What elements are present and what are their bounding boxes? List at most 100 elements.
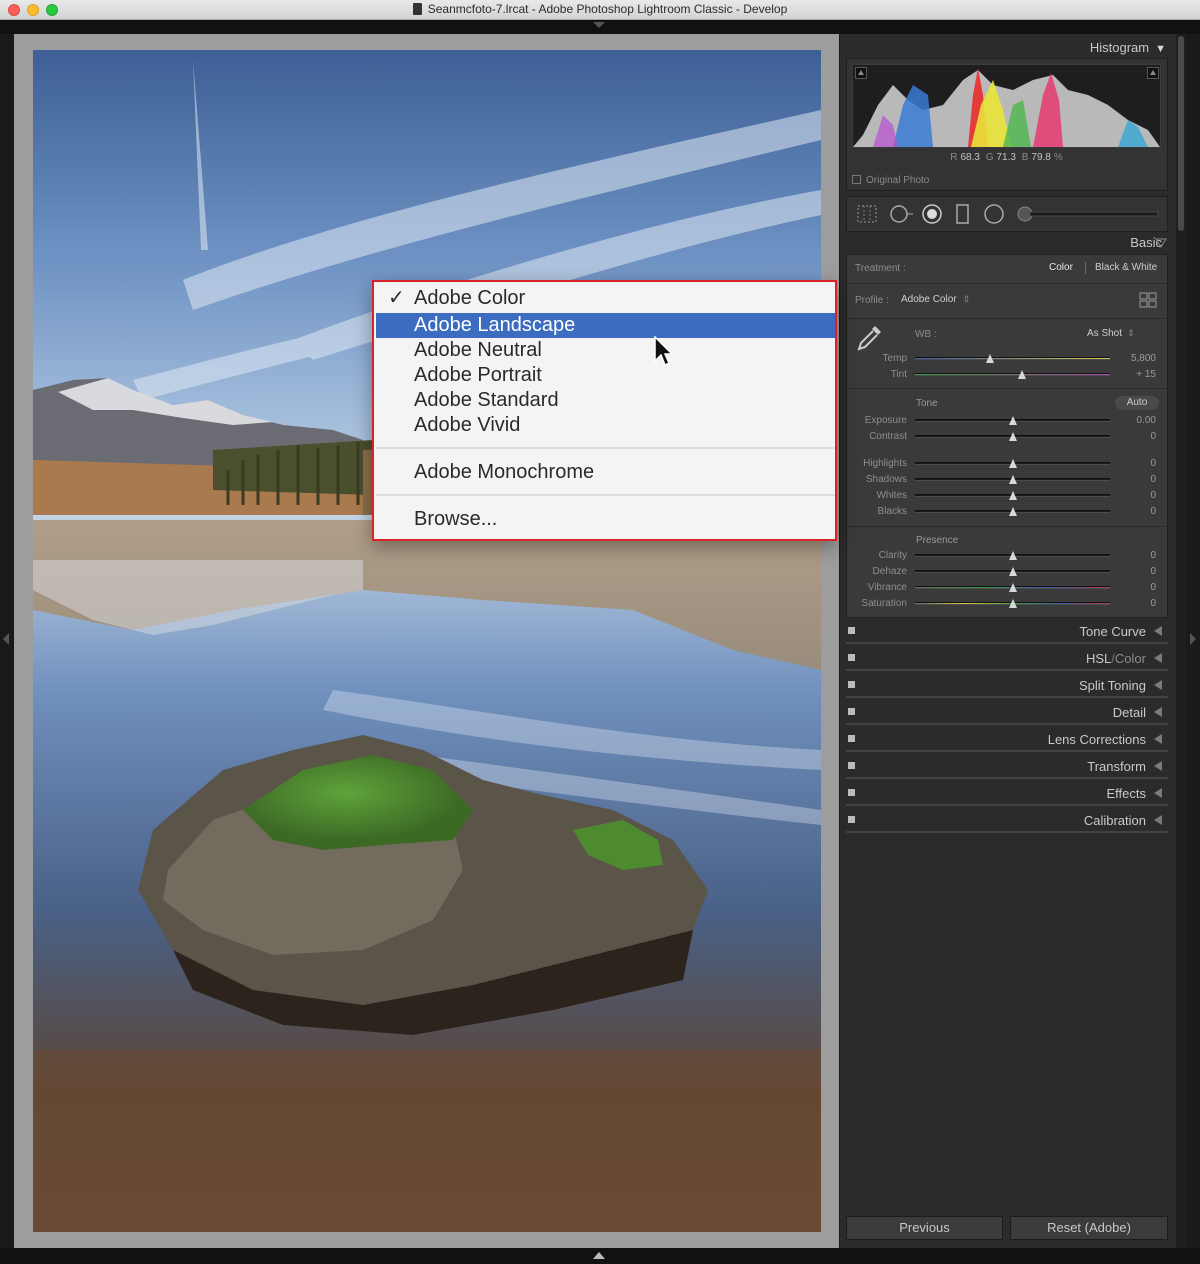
expand-triangle-icon (1154, 761, 1162, 771)
panel-effects[interactable]: Effects (846, 782, 1168, 806)
window-title: Seanmcfoto-7.lrcat - Adobe Photoshop Lig… (427, 2, 788, 16)
dehaze-slider-thumb[interactable] (1009, 567, 1017, 576)
show-filmstrip-arrow-icon[interactable] (593, 1252, 605, 1259)
auto-tone-button[interactable]: Auto (1115, 396, 1159, 410)
menu-item-adobe-monochrome[interactable]: Adobe Monochrome (376, 460, 835, 485)
exposure-value[interactable]: 0.00 (1116, 415, 1156, 426)
radial-filter-icon[interactable] (983, 203, 1005, 225)
basic-collapse-triangle-icon[interactable] (1155, 238, 1167, 248)
menu-item-adobe-standard[interactable]: Adobe Standard (376, 388, 835, 413)
photo-preview (33, 50, 821, 1232)
show-right-panel-arrow-icon[interactable] (1190, 633, 1196, 645)
histogram-header[interactable]: Histogram ▼ (1090, 40, 1166, 55)
expand-triangle-icon (1154, 680, 1162, 690)
blacks-slider-thumb[interactable] (1009, 507, 1017, 516)
menu-separator (376, 447, 835, 449)
menu-item-adobe-landscape[interactable]: Adobe Landscape (376, 313, 835, 338)
reset-button[interactable]: Reset (Adobe) (1010, 1216, 1168, 1240)
window-title-wrap: Seanmcfoto-7.lrcat - Adobe Photoshop Lig… (0, 2, 1200, 16)
eyedropper-icon[interactable] (855, 322, 885, 352)
brush-icon[interactable] (1016, 205, 1162, 223)
shadows-value[interactable]: 0 (1116, 474, 1156, 485)
profile-grid-icon[interactable] (1139, 292, 1157, 308)
highlights-slider-thumb[interactable] (1009, 459, 1017, 468)
whites-slider-thumb[interactable] (1009, 491, 1017, 500)
shadow-clipping-button[interactable] (855, 67, 867, 79)
original-photo-checkbox[interactable] (852, 175, 861, 184)
panel-switch-icon[interactable] (848, 762, 855, 769)
contrast-value[interactable]: 0 (1116, 431, 1156, 442)
clarity-value[interactable]: 0 (1116, 550, 1156, 561)
exposure-slider-thumb[interactable] (1009, 416, 1017, 425)
shadows-label: Shadows (865, 474, 907, 485)
panel-lens-corrections[interactable]: Lens Corrections (846, 728, 1168, 752)
collapse-triangle-icon: ▼ (1155, 43, 1166, 55)
expand-triangle-icon (1154, 734, 1162, 744)
menu-item-adobe-vivid[interactable]: Adobe Vivid (376, 413, 835, 438)
dehaze-value[interactable]: 0 (1116, 566, 1156, 577)
temp-slider[interactable] (915, 357, 1110, 360)
temp-label: Temp (882, 353, 907, 364)
menu-item-adobe-portrait[interactable]: Adobe Portrait (376, 363, 835, 388)
highlight-clipping-button[interactable] (1147, 67, 1159, 79)
wb-dropdown[interactable]: As Shot ⇕ (1087, 328, 1135, 339)
panel-scrollbar[interactable] (1176, 34, 1186, 1248)
treatment-bw-button[interactable]: Black & White (1095, 262, 1157, 273)
panel-switch-icon[interactable] (848, 654, 855, 661)
expand-triangle-icon (1154, 788, 1162, 798)
spot-removal-icon[interactable] (888, 203, 914, 225)
panel-calibration[interactable]: Calibration (846, 809, 1168, 833)
panel-switch-icon[interactable] (848, 735, 855, 742)
show-left-panel-arrow-icon[interactable] (3, 633, 9, 645)
graduated-filter-icon[interactable] (955, 203, 971, 225)
whites-value[interactable]: 0 (1116, 490, 1156, 501)
vibrance-label: Vibrance (867, 582, 907, 593)
treatment-color-button[interactable]: Color (1049, 262, 1073, 273)
tint-slider[interactable] (915, 373, 1110, 376)
previous-button[interactable]: Previous (846, 1216, 1003, 1240)
panel-switch-icon[interactable] (848, 789, 855, 796)
tint-value[interactable]: + 15 (1116, 369, 1156, 380)
clarity-slider-thumb[interactable] (1009, 551, 1017, 560)
highlights-value[interactable]: 0 (1116, 458, 1156, 469)
temp-slider-thumb[interactable] (986, 354, 994, 363)
title-bar: Seanmcfoto-7.lrcat - Adobe Photoshop Lig… (0, 0, 1200, 20)
temp-value[interactable]: 5,800 (1116, 353, 1156, 364)
original-photo-toggle[interactable]: Original Photo (852, 175, 929, 186)
scroll-thumb[interactable] (1178, 36, 1184, 231)
shadows-slider-thumb[interactable] (1009, 475, 1017, 484)
panel-switch-icon[interactable] (848, 708, 855, 715)
cursor-arrow-icon (654, 336, 673, 367)
divider (846, 388, 1168, 389)
panel-hsl-color[interactable]: HSL/Color (846, 647, 1168, 671)
divider (846, 526, 1168, 527)
panel-switch-icon[interactable] (848, 816, 855, 823)
panel-split-toning[interactable]: Split Toning (846, 674, 1168, 698)
panel-switch-icon[interactable] (848, 681, 855, 688)
presence-label: Presence (916, 535, 959, 546)
treatment-divider (1085, 262, 1086, 274)
crop-icon[interactable] (856, 204, 878, 224)
panel-detail[interactable]: Detail (846, 701, 1168, 725)
saturation-value[interactable]: 0 (1116, 598, 1156, 609)
expand-triangle-icon (1154, 626, 1162, 636)
profile-dropdown[interactable]: Adobe Color ⇕ (901, 294, 970, 305)
vibrance-value[interactable]: 0 (1116, 582, 1156, 593)
blacks-value[interactable]: 0 (1116, 506, 1156, 517)
tint-slider-thumb[interactable] (1018, 370, 1026, 379)
expand-triangle-icon (1154, 707, 1162, 717)
menu-item-adobe-neutral[interactable]: Adobe Neutral (376, 338, 835, 363)
panel-transform[interactable]: Transform (846, 755, 1168, 779)
show-top-panel-arrow-icon[interactable] (593, 22, 605, 28)
menu-item-browse[interactable]: Browse... (376, 507, 835, 532)
histogram-graph (852, 64, 1161, 148)
saturation-slider-thumb[interactable] (1009, 599, 1017, 608)
panel-switch-icon[interactable] (848, 627, 855, 634)
tone-label: Tone (916, 398, 938, 409)
hsl-color-title: HSL/Color (1086, 651, 1146, 666)
vibrance-slider-thumb[interactable] (1009, 583, 1017, 592)
contrast-slider-thumb[interactable] (1009, 432, 1017, 441)
red-eye-icon[interactable] (921, 203, 943, 225)
panel-tone-curve[interactable]: Tone Curve (846, 620, 1168, 644)
menu-item-adobe-color[interactable]: ✓ Adobe Color (376, 286, 835, 311)
